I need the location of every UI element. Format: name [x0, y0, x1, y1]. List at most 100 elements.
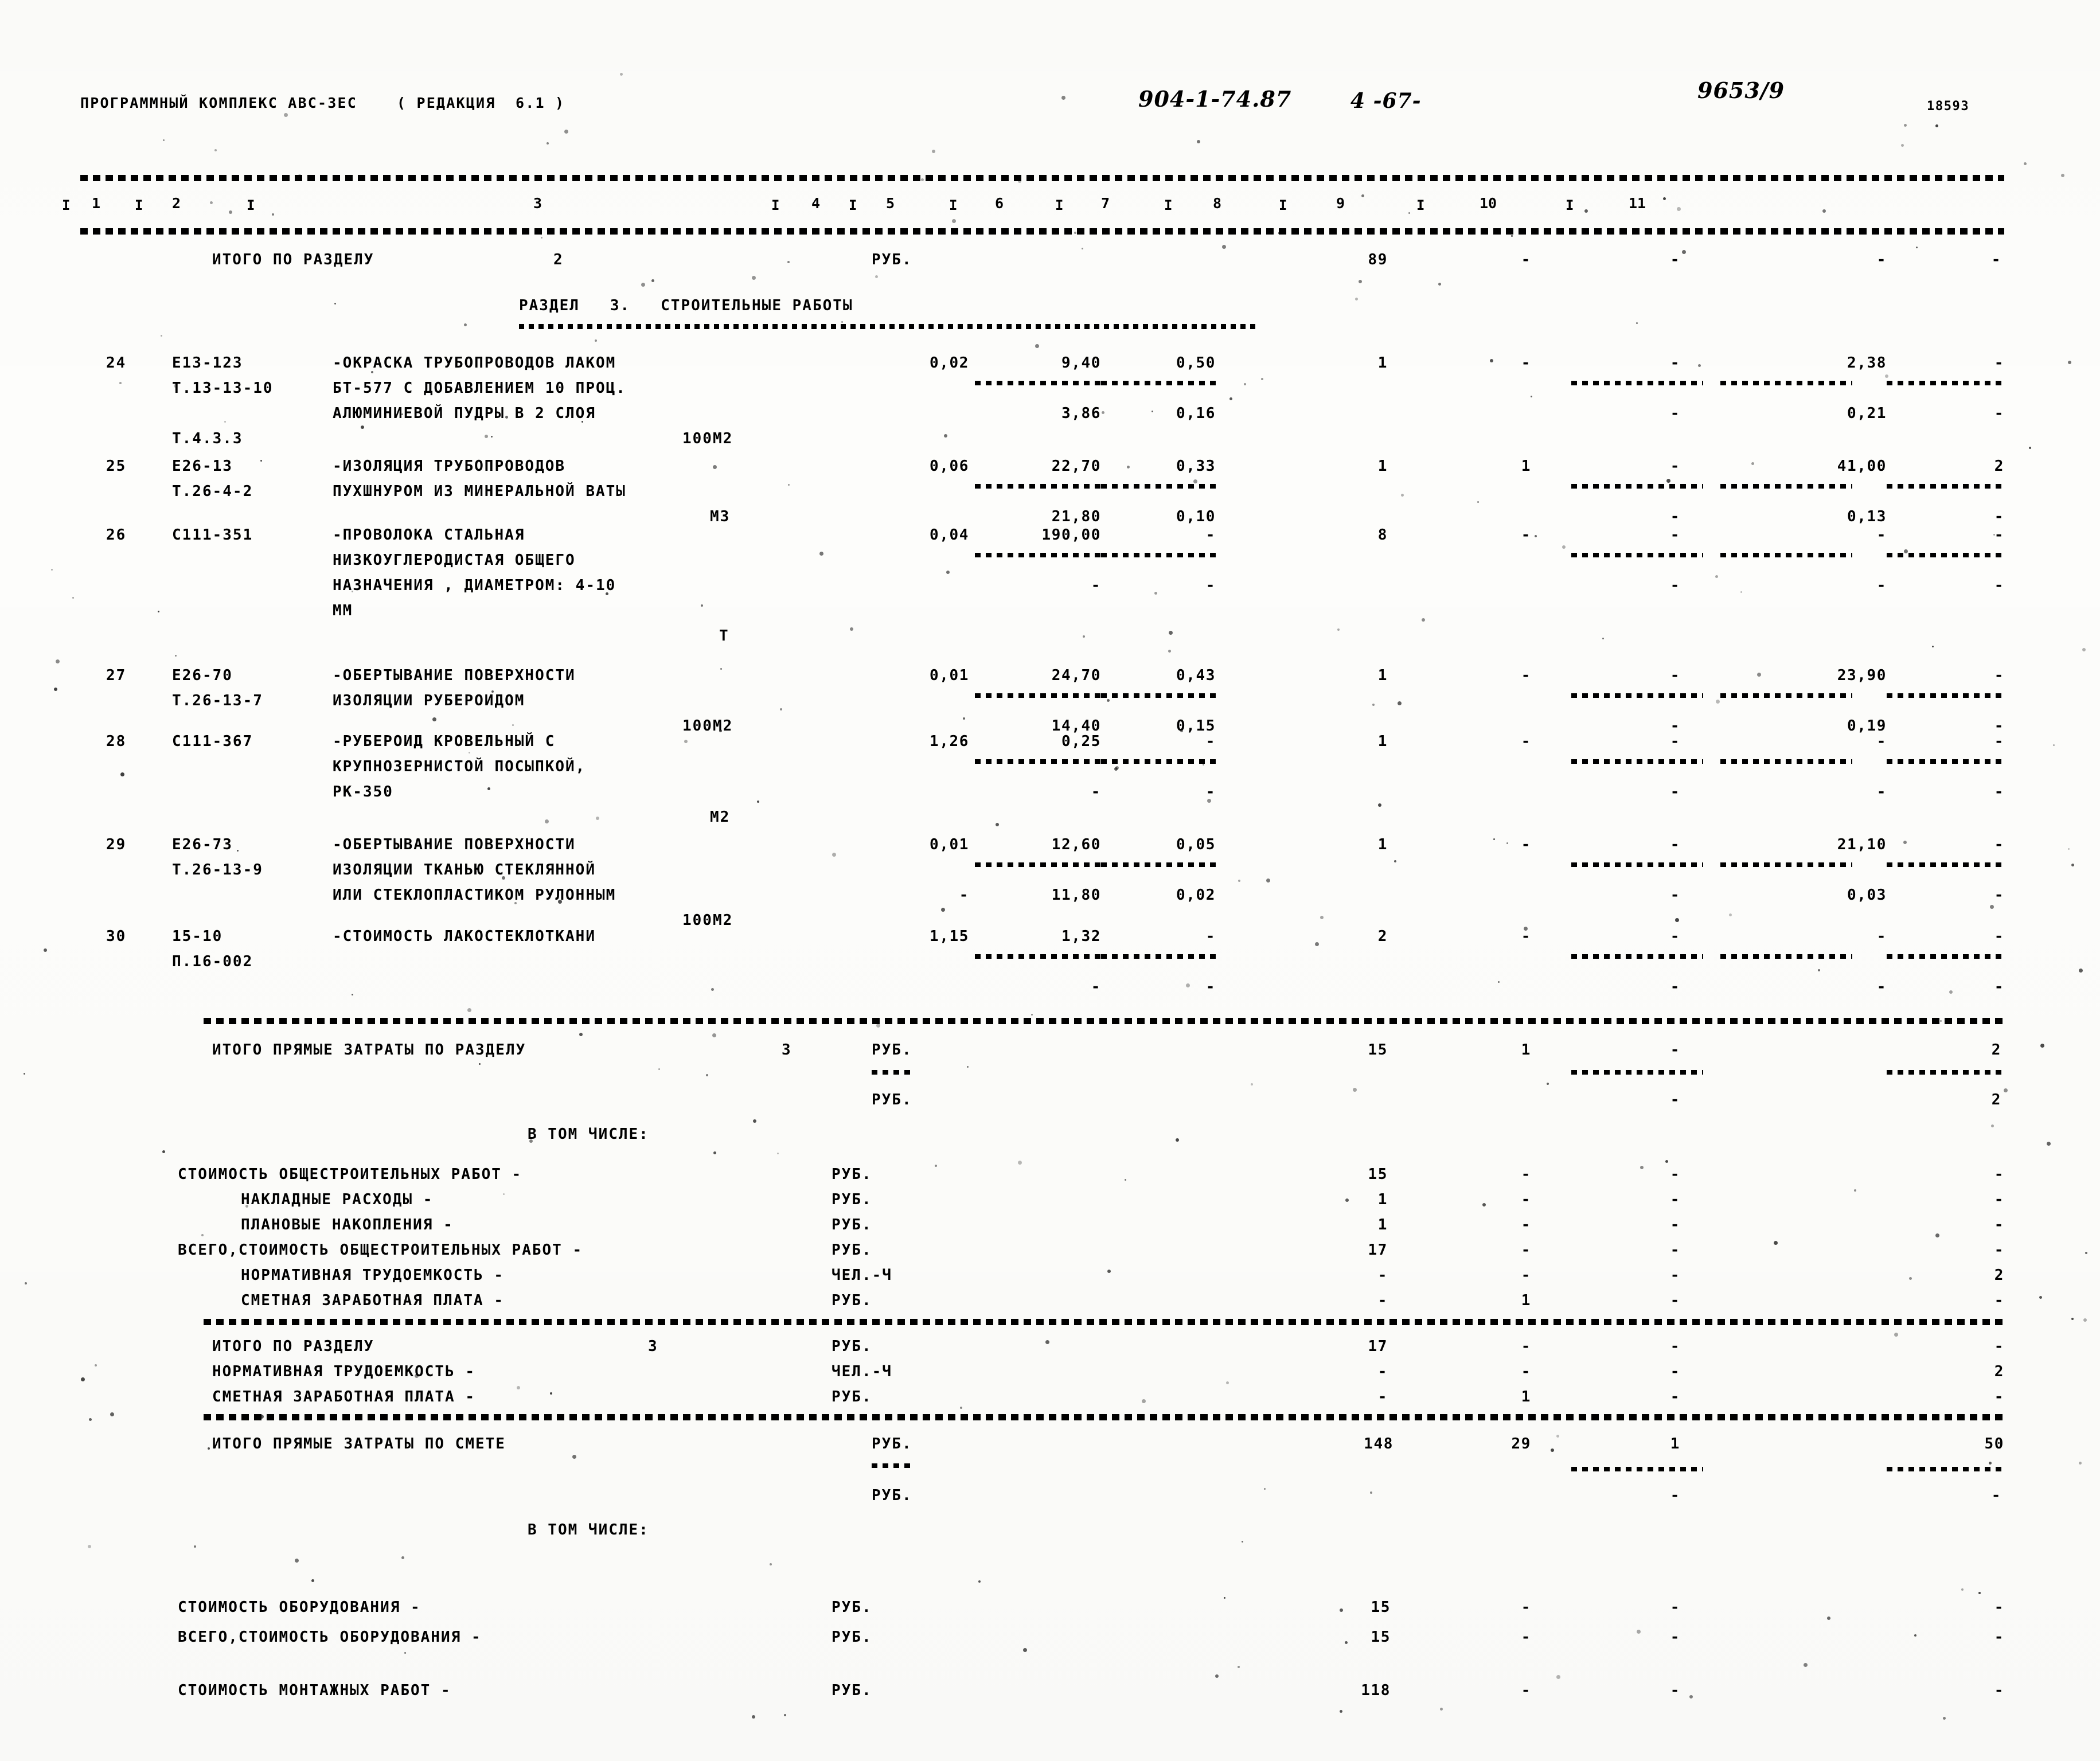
scan-speckle	[1125, 1179, 1126, 1181]
bottom-line-label-1: ВСЕГО,СТОИМОСТЬ ОБОРУДОВАНИЯ -	[178, 1629, 482, 1646]
scan-speckle	[272, 213, 274, 216]
handwritten-project-code: 904-1-74.87	[1138, 86, 1292, 112]
scan-speckle	[517, 1386, 520, 1389]
scan-speckle	[163, 139, 165, 141]
direct-costs-section-c11: 2	[1991, 1041, 2001, 1059]
row-sub-c10-27: 0,19	[1847, 717, 1887, 735]
bottom-line-c11-1: -	[1994, 1629, 2004, 1646]
row-sub-c10-24: 0,21	[1847, 405, 1887, 422]
estimate-direct-dash-rule-c11	[1887, 1467, 2004, 1471]
scan-speckle	[1088, 1018, 1090, 1020]
scan-speckle	[487, 787, 490, 790]
scan-speckle	[753, 1119, 756, 1123]
row-sub-c5-24: 3,86	[1061, 405, 1101, 422]
scan-speckle	[1531, 396, 1532, 397]
row-c6-26: -	[1205, 526, 1216, 544]
row-rule-c10-30	[1720, 954, 1852, 959]
row-c9-26: -	[1670, 526, 1680, 544]
scan-speckle	[2061, 174, 2064, 177]
scan-speckle	[1401, 494, 1404, 497]
total-line-c7-3: 17	[1368, 1241, 1388, 1259]
scan-speckle	[401, 413, 403, 415]
row-number-30: 30	[106, 928, 127, 945]
scan-speckle	[89, 1418, 92, 1421]
scan-speckle	[1018, 1161, 1022, 1165]
bottom-line-c7-1: 15	[1371, 1629, 1391, 1646]
scan-speckle	[1556, 1435, 1559, 1438]
scan-speckle	[963, 717, 965, 720]
column-separator-6: I	[949, 197, 958, 213]
row-description-28-2: РК-350	[333, 783, 393, 801]
row-code-26: С111-351	[172, 526, 253, 544]
previous-section-total-c11: -	[1991, 251, 2001, 268]
scan-speckle	[1535, 535, 1537, 537]
scan-speckle	[1751, 462, 1754, 465]
scan-speckle	[174, 384, 177, 388]
row-sub-c11-28: -	[1994, 783, 2004, 801]
column-separator-11: I	[1566, 197, 1574, 213]
column-number-9: 9	[1336, 195, 1345, 212]
section-summary-c9-2: -	[1670, 1388, 1680, 1405]
scan-speckle	[1031, 1014, 1033, 1016]
row-c7-30: 2	[1377, 928, 1388, 945]
scan-speckle	[44, 948, 47, 952]
scan-speckle	[777, 1153, 779, 1154]
scan-speckle	[1238, 1666, 1240, 1668]
column-number-7: 7	[1101, 195, 1110, 212]
scan-speckle	[1637, 1630, 1641, 1634]
bottom-line-c11-2: -	[1994, 1682, 2004, 1699]
scan-speckle	[1264, 1488, 1266, 1490]
scan-speckle	[1340, 1608, 1343, 1612]
row-code-29: Е26-73	[172, 836, 233, 853]
row-sub-c9-27: -	[1670, 717, 1680, 735]
row-c10-25: 41,00	[1837, 458, 1887, 475]
section-summary-c11-1: 2	[1994, 1363, 2004, 1380]
direct-costs-section-label: ИТОГО ПРЯМЫЕ ЗАТРАТЫ ПО РАЗДЕЛУ	[212, 1041, 526, 1059]
scan-speckle	[1894, 1333, 1898, 1337]
row-c5-24: 9,40	[1061, 354, 1101, 372]
row-code2-25: Т.26-4-2	[172, 483, 253, 500]
row-code2-29: Т.26-13-9	[172, 861, 263, 878]
scan-speckle	[2082, 648, 2086, 651]
row-c8-27: -	[1521, 667, 1531, 684]
scan-speckle	[1242, 1541, 1243, 1543]
total-line-c9-4: -	[1670, 1267, 1680, 1284]
scan-speckle	[464, 323, 467, 326]
row-code2-27: Т.26-13-7	[172, 692, 263, 709]
total-line-unit-5: РУБ.	[832, 1292, 872, 1309]
row-c11-30: -	[1994, 928, 2004, 945]
scan-speckle	[352, 994, 353, 995]
scan-speckle	[1186, 983, 1190, 987]
scan-speckle	[110, 1412, 114, 1416]
scan-speckle	[780, 708, 782, 710]
scan-speckle	[921, 178, 924, 181]
scan-speckle	[1045, 1340, 1049, 1344]
scan-speckle	[1493, 838, 1495, 840]
scan-speckle	[1584, 209, 1588, 213]
row-rule-left-29	[975, 862, 1107, 867]
scan-speckle	[581, 421, 583, 423]
scan-speckle	[1914, 1634, 1916, 1637]
row-description-24-1: БТ-577 С ДОБАВЛЕНИЕМ 10 ПРОЦ.	[333, 380, 626, 397]
row-code-30: 15-10	[172, 928, 223, 945]
bottom-line-c7-0: 15	[1371, 1599, 1391, 1616]
scan-speckle	[946, 571, 950, 574]
row-sub-c6-26: -	[1205, 577, 1216, 594]
row-number-24: 24	[106, 354, 127, 372]
row-c4-26: 0,04	[929, 526, 969, 544]
scan-speckle	[119, 382, 122, 384]
scan-speckle	[158, 611, 159, 612]
row-rule-c9-29	[1571, 862, 1703, 867]
total-line-unit-1: РУБ.	[832, 1191, 872, 1208]
scan-speckle	[713, 465, 717, 469]
row-description-26-2: НАЗНАЧЕНИЯ , ДИАМЕТРОМ: 4-10	[333, 577, 616, 594]
row-c11-29: -	[1994, 836, 2004, 853]
scan-speckle	[1640, 1166, 1644, 1169]
row-rule-left-26	[975, 553, 1107, 557]
scan-speckle	[752, 1715, 755, 1719]
section-title: РАЗДЕЛ 3. СТРОИТЕЛЬНЫЕ РАБОТЫ	[519, 297, 853, 314]
scan-speckle	[1904, 549, 1908, 553]
row-rule-left-30	[975, 954, 1107, 959]
total-line-c8-5: 1	[1521, 1292, 1531, 1309]
row-description-25-0: -ИЗОЛЯЦИЯ ТРУБОПРОВОДОВ	[333, 458, 566, 475]
